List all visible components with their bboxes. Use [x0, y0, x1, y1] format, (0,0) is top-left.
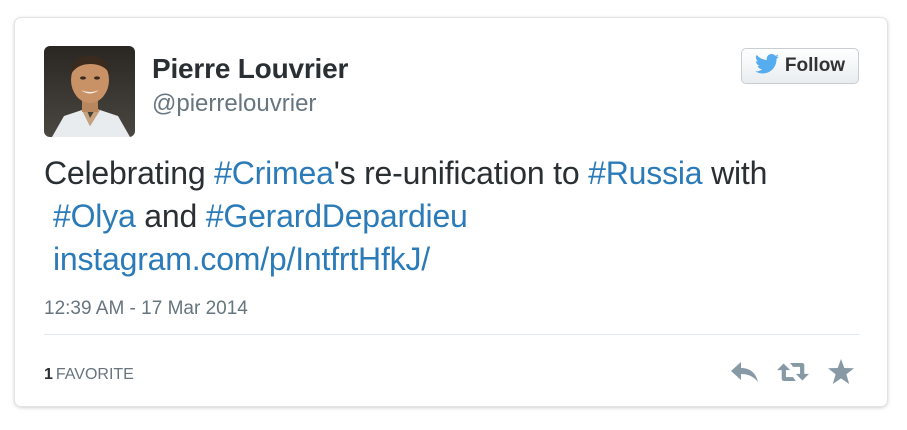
avatar[interactable] — [44, 46, 135, 137]
tweet-text-segment: 's re-unification to — [333, 155, 589, 191]
hashtag-gerarddepardieu[interactable]: #GerardDepardieu — [206, 198, 468, 234]
star-icon — [828, 359, 854, 384]
reply-icon — [731, 362, 758, 382]
retweet-button[interactable] — [777, 358, 809, 386]
user-handle[interactable]: @pierrelouvrier — [152, 90, 316, 118]
favorite-stats[interactable]: 1 FAVORITE — [44, 366, 134, 384]
follow-label: Follow — [784, 55, 846, 76]
tweet-line-1: Celebrating #Crimea's re-unification to … — [44, 152, 864, 195]
reply-button[interactable] — [729, 358, 761, 386]
tweet-card: Pierre Louvrier @pierrelouvrier Follow C… — [15, 18, 887, 406]
tweet-text-segment: Celebrating — [44, 155, 215, 191]
follow-button[interactable]: Follow — [741, 48, 859, 84]
instagram-link[interactable]: instagram.com/p/IntfrtHfkJ/ — [53, 241, 430, 277]
favorite-label: FAVORITE — [55, 366, 134, 383]
tweet-line-3: instagram.com/p/IntfrtHfkJ/ — [44, 238, 864, 281]
tweet-text-segment: and — [135, 198, 206, 234]
tweet-timestamp[interactable]: 12:39 AM - 17 Mar 2014 — [44, 298, 248, 320]
favorite-count: 1 — [44, 366, 53, 383]
tweet-text: Celebrating #Crimea's re-unification to … — [44, 152, 864, 281]
profile-photo — [44, 46, 135, 137]
divider — [44, 334, 859, 335]
tweet-actions — [729, 358, 857, 386]
favorite-button[interactable] — [825, 358, 857, 386]
hashtag-crimea[interactable]: #Crimea — [214, 155, 334, 191]
twitter-bird-icon — [754, 53, 779, 79]
tweet-text-segment: with — [702, 155, 768, 191]
retweet-icon — [777, 363, 809, 381]
hashtag-russia[interactable]: #Russia — [588, 155, 702, 191]
hashtag-olya[interactable]: #Olya — [53, 198, 136, 234]
display-name[interactable]: Pierre Louvrier — [152, 53, 348, 85]
tweet-line-2: #Olya and #GerardDepardieu — [44, 195, 864, 238]
